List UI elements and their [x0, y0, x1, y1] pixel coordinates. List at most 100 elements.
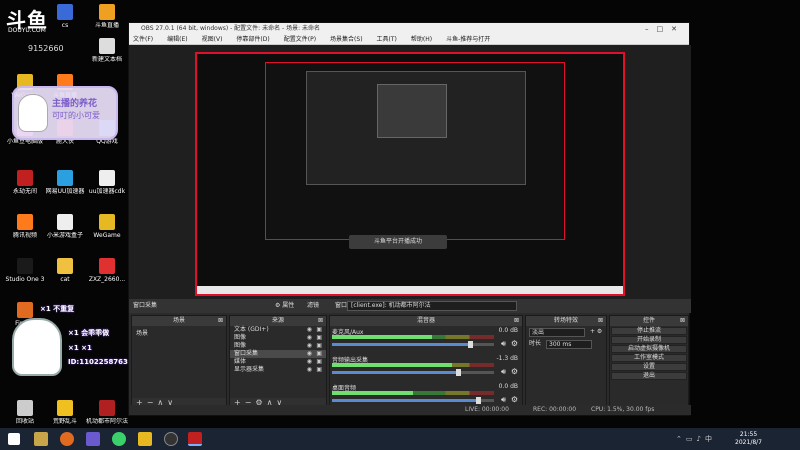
volume-slider-knob[interactable] [475, 397, 481, 404]
gear-icon[interactable]: ⚙ [511, 367, 518, 376]
source-item[interactable]: 图像 ◉ ▣ [230, 334, 326, 342]
desktop-icon[interactable]: WeGame [86, 214, 128, 239]
desktop-icon[interactable]: 机动都市阿尔法 [86, 400, 128, 425]
desktop-app-icon [57, 400, 73, 416]
window-select[interactable]: [client.exe]: 机动都市阿尔法 [347, 301, 517, 311]
menu-item[interactable]: 场景集合(S) [330, 35, 363, 44]
controls-header: 控件 ⊠ [610, 316, 688, 326]
control-button[interactable]: 开始录制 [611, 336, 687, 344]
visibility-eye-icon[interactable]: ◉ [307, 366, 312, 374]
lock-icon[interactable]: ▣ [316, 358, 322, 366]
visibility-eye-icon[interactable]: ◉ [307, 350, 312, 358]
visibility-eye-icon[interactable]: ◉ [307, 342, 312, 350]
source-item[interactable]: 媒体 ◉ ▣ [230, 358, 326, 366]
cpu-fps: CPU: 1.5%, 30.00 fps [591, 406, 655, 413]
visibility-eye-icon[interactable]: ◉ [307, 334, 312, 342]
volume-slider-knob[interactable] [456, 369, 462, 376]
control-button[interactable]: 退出 [611, 372, 687, 380]
filters-button[interactable]: 滤镜 [307, 299, 319, 313]
desktop-icon[interactable]: ZXZ_2660... [86, 258, 128, 283]
menu-item[interactable]: 编辑(E) [167, 35, 187, 44]
firefox-icon[interactable] [60, 432, 74, 446]
channel-db: 0.0 dB [498, 327, 518, 334]
windows-start-icon[interactable] [8, 433, 20, 445]
clock-date: 2021/8/7 [735, 439, 762, 446]
visibility-eye-icon[interactable]: ◉ [307, 358, 312, 366]
system-tray-icons[interactable]: ⌃▭♪中 [676, 434, 716, 444]
obs-title-bar[interactable]: OBS 27.0.1 (64 bit, windows) - 配置文件: 未命名… [129, 23, 689, 35]
desktop-app-icon [57, 214, 73, 230]
desktop-icon[interactable]: 永劫无间 [4, 170, 46, 195]
transition-type-select[interactable]: 淡出 [529, 328, 585, 337]
add-transition-icon[interactable]: + ⚙ [590, 326, 602, 338]
volume-slider[interactable] [332, 371, 494, 374]
volume-slider[interactable] [332, 399, 494, 402]
lock-icon[interactable]: ▣ [316, 334, 322, 342]
properties-button[interactable]: ⚙ 属性 [275, 299, 294, 313]
game-taskbar-icon[interactable] [188, 432, 202, 446]
menu-item[interactable]: 配置文件(P) [284, 35, 316, 44]
cat-mascot-icon [18, 94, 48, 132]
desktop-icon[interactable]: 腾讯视频 [4, 214, 46, 239]
menu-item[interactable]: 视图(V) [202, 35, 223, 44]
lock-icon[interactable]: ▣ [316, 326, 322, 334]
desktop-icon[interactable]: 小米游戏盒子 [44, 214, 86, 239]
duration-input[interactable]: 300 ms [546, 340, 592, 349]
mixer-header: 混音器 ⊠ [330, 316, 522, 326]
menu-item[interactable]: 停靠部件(D) [236, 35, 269, 44]
source-item-label: 文本 (GDI+) [234, 326, 269, 333]
desktop-icon[interactable]: cat [44, 258, 86, 283]
source-item[interactable]: 文本 (GDI+) ◉ ▣ [230, 326, 326, 334]
desktop-icon-label: 小米游戏盒子 [46, 232, 83, 239]
desktop-icon[interactable]: 斗鱼直播 [86, 4, 128, 29]
gear-icon[interactable]: ⚙ [511, 395, 518, 404]
desktop-icon[interactable]: 回收站 [4, 400, 46, 425]
speaker-icon[interactable]: 🔊︎ [501, 367, 506, 377]
obs-taskbar-icon[interactable] [164, 432, 178, 446]
control-button[interactable]: 工作室模式 [611, 354, 687, 362]
control-button[interactable]: 启动虚拟摄像机 [611, 345, 687, 353]
sources-list: 文本 (GDI+) ◉ ▣ 图像 ◉ ▣ 图像 ◉ ▣ 窗口采集 ◉ ▣ 媒体 ◉ ▣ 显示器采集 ◉ ▣ [230, 326, 326, 374]
menu-item[interactable]: 帮助(H) [411, 35, 432, 44]
desktop-app-icon [17, 258, 33, 274]
lock-icon[interactable]: ▣ [316, 342, 322, 350]
taskbar-clock[interactable]: 21:55 2021/8/7 [735, 431, 762, 447]
stream-started-toast: 斗鱼平台开播成功 [349, 235, 447, 249]
source-item[interactable]: 窗口采集 ◉ ▣ [230, 350, 326, 358]
desktop-icon[interactable]: uu加速器cdk [86, 170, 128, 195]
desktop-app-icon [99, 4, 115, 20]
lock-icon[interactable]: ▣ [316, 366, 322, 374]
desktop-icon[interactable]: cs [44, 4, 86, 29]
menu-item[interactable]: 文件(F) [133, 35, 153, 44]
obs-title: OBS 27.0.1 (64 bit, windows) - 配置文件: 未命名… [141, 25, 321, 32]
lock-icon[interactable]: ▣ [316, 350, 322, 358]
control-button[interactable]: 停止推流 [611, 327, 687, 335]
source-item[interactable]: 图像 ◉ ▣ [230, 342, 326, 350]
obs-menu-bar: 文件(F) 编辑(E) 视图(V) 停靠部件(D) 配置文件(P) 场景集合(S) 工具(T… [129, 35, 689, 45]
menu-item[interactable]: 斗鱼-推荐与打开 [446, 35, 490, 44]
volume-slider-fill [332, 399, 478, 402]
app-icon[interactable] [138, 432, 152, 446]
desktop-icon[interactable]: 荒野乱斗 [44, 400, 86, 425]
file-explorer-icon[interactable] [34, 432, 48, 446]
windows-taskbar: ⌃▭♪中 21:55 2021/8/7 [0, 428, 800, 450]
obs-window[interactable]: OBS 27.0.1 (64 bit, windows) - 配置文件: 未命名… [128, 22, 691, 416]
wechat-icon[interactable] [112, 432, 126, 446]
speaker-icon[interactable]: 🔊︎ [501, 339, 506, 349]
desktop-icon[interactable]: Studio One 3 [4, 258, 46, 283]
desktop-icon[interactable]: 网易UU加速器 [44, 170, 86, 195]
source-item[interactable]: 显示器采集 ◉ ▣ [230, 366, 326, 374]
transition-duration-row: 时长 300 ms [526, 338, 606, 350]
desktop-icon-label: 回收站 [15, 418, 34, 425]
desktop-icon[interactable]: 新建文本档 [86, 38, 128, 63]
volume-slider-knob[interactable] [467, 341, 473, 348]
gear-icon[interactable]: ⚙ [511, 339, 518, 348]
window-controls[interactable]: –□✕ [645, 23, 685, 35]
speaker-icon[interactable]: 🔊︎ [501, 395, 506, 405]
app-icon[interactable] [86, 432, 100, 446]
control-button[interactable]: 设置 [611, 363, 687, 371]
stream-preview[interactable] [195, 52, 625, 296]
scene-item[interactable]: 场景 [132, 326, 226, 339]
menu-item[interactable]: 工具(T) [377, 35, 397, 44]
visibility-eye-icon[interactable]: ◉ [307, 326, 312, 334]
